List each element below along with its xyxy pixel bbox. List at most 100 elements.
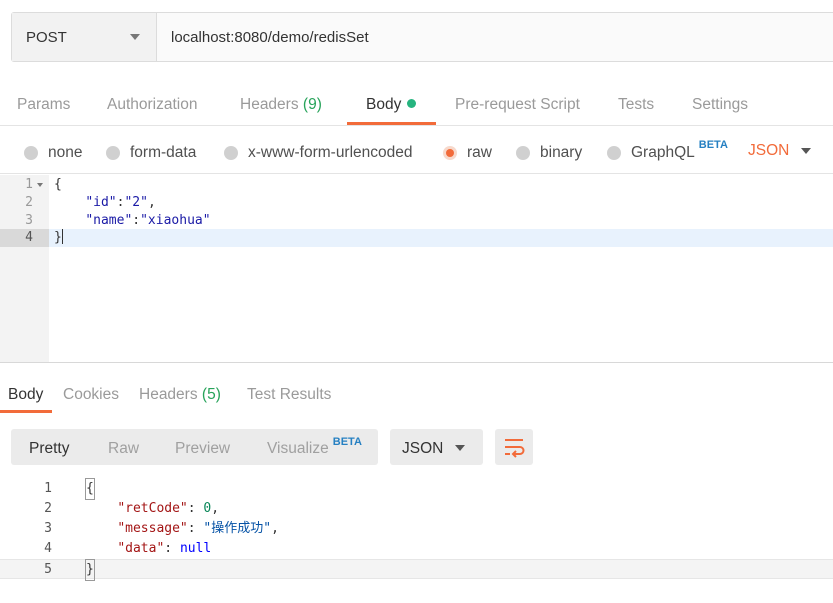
response-format-select[interactable]: JSON	[390, 429, 483, 465]
json-null: null	[179, 541, 212, 556]
radio-circle-icon	[224, 146, 238, 160]
radio-graphql[interactable]: GraphQL BETA	[607, 139, 728, 162]
response-tabs: Body Cookies Headers (5) Test Results	[0, 364, 833, 414]
tab-pre-request-script[interactable]: Pre-request Script	[455, 96, 580, 114]
view-mode-preview[interactable]: Preview	[175, 440, 230, 458]
radio-raw-label: raw	[467, 144, 492, 161]
json-number: 0	[203, 501, 212, 516]
radio-binary[interactable]: binary	[516, 144, 582, 162]
radio-circle-icon	[106, 146, 120, 160]
radio-form-data[interactable]: form-data	[106, 144, 196, 162]
text-cursor	[61, 229, 63, 244]
line-number: 4	[0, 229, 49, 247]
response-line: 3 "message": "操作成功",	[0, 519, 833, 539]
response-headers-count-badge: (5)	[201, 386, 221, 403]
code-text: }	[54, 229, 63, 247]
response-tab-headers[interactable]: Headers (5)	[139, 386, 221, 404]
editor-line: 2 "id":"2",	[0, 194, 833, 212]
json-key: "name"	[85, 213, 133, 228]
code-text: {	[85, 478, 95, 500]
chevron-down-icon	[130, 34, 140, 40]
radio-form-data-label: form-data	[130, 144, 197, 161]
code-text: }	[85, 559, 95, 581]
code-text: "id":"2",	[54, 194, 156, 212]
response-tab-cookies[interactable]: Cookies	[63, 386, 119, 404]
beta-badge: BETA	[332, 436, 362, 448]
code-text: "name":"xiaohua"	[54, 212, 211, 230]
response-line: 4 "data": null	[0, 539, 833, 559]
code-text: "data": null	[117, 541, 212, 556]
code-text: {	[54, 177, 62, 192]
active-tab-underline	[347, 122, 436, 125]
url-value: localhost:8080/demo/redisSet	[171, 28, 369, 46]
radio-circle-icon	[607, 146, 621, 160]
request-body-editor[interactable]: 1 { 2 "id":"2", 3 "name":"xiaohua" 4 }	[0, 175, 833, 363]
line-number: 2	[25, 195, 33, 210]
closing-brace: }	[85, 559, 95, 581]
line-number: 1	[44, 481, 52, 496]
radio-urlencoded-label: x-www-form-urlencoded	[248, 144, 413, 161]
active-response-tab-underline	[0, 410, 52, 413]
tab-body[interactable]: Body	[366, 96, 417, 114]
headers-count-badge: (9)	[302, 96, 322, 113]
response-line: 2 "retCode": 0,	[0, 499, 833, 519]
radio-raw[interactable]: raw	[443, 144, 492, 162]
tab-authorization[interactable]: Authorization	[107, 96, 197, 114]
radio-none[interactable]: none	[24, 144, 82, 162]
tab-settings[interactable]: Settings	[692, 96, 748, 114]
url-input[interactable]: localhost:8080/demo/redisSet	[157, 13, 833, 61]
view-mode-pretty[interactable]: Pretty	[29, 440, 69, 458]
code-text: "retCode": 0,	[117, 501, 220, 516]
response-line: 1 {	[0, 478, 833, 500]
radio-circle-icon	[516, 146, 530, 160]
json-value: "2"	[124, 195, 148, 210]
opening-brace: {	[85, 478, 95, 500]
body-indicator-dot-icon	[407, 99, 417, 108]
fold-arrow-icon[interactable]	[37, 183, 43, 187]
radio-binary-label: binary	[540, 144, 583, 161]
wrap-lines-icon	[505, 439, 525, 458]
tab-body-label: Body	[366, 96, 402, 113]
json-key: "data"	[117, 541, 165, 556]
line-number: 3	[44, 521, 52, 536]
tab-tests[interactable]: Tests	[618, 96, 654, 114]
chevron-down-icon[interactable]	[801, 148, 811, 154]
radio-circle-icon	[24, 146, 38, 160]
json-key: "message"	[117, 521, 188, 536]
response-tab-body[interactable]: Body	[8, 386, 43, 404]
body-type-selector: none form-data x-www-form-urlencoded raw…	[0, 128, 833, 174]
radio-selected-icon	[443, 146, 457, 160]
line-number: 1	[25, 177, 33, 192]
json-comma: ,	[147, 195, 156, 210]
view-mode-raw[interactable]: Raw	[108, 440, 139, 458]
wrap-lines-button[interactable]	[495, 429, 533, 465]
closing-brace: }	[54, 230, 62, 245]
response-format-label: JSON	[402, 440, 444, 457]
tab-headers-label: Headers	[240, 96, 299, 113]
method-label: POST	[26, 28, 67, 46]
response-tab-headers-label: Headers	[139, 386, 198, 403]
beta-badge: BETA	[698, 139, 728, 151]
line-number: 5	[44, 562, 52, 577]
json-key: "id"	[85, 195, 117, 210]
line-number: 4	[44, 541, 52, 556]
view-mode-segmented-control: Pretty Raw Preview Visualize BETA	[11, 429, 378, 465]
radio-urlencoded[interactable]: x-www-form-urlencoded	[224, 144, 413, 162]
format-select[interactable]: JSON	[748, 142, 789, 160]
response-tab-test-results[interactable]: Test Results	[247, 386, 331, 404]
json-string: "操作成功"	[203, 521, 272, 536]
editor-line: 3 "name":"xiaohua"	[0, 212, 833, 230]
editor-line-active: 4 }	[0, 229, 833, 247]
method-select[interactable]: POST	[12, 13, 157, 61]
chevron-down-icon	[455, 445, 465, 451]
tab-params[interactable]: Params	[17, 96, 70, 114]
view-mode-visualize[interactable]: Visualize BETA	[267, 436, 362, 458]
request-url-bar: POST localhost:8080/demo/redisSet	[11, 12, 833, 62]
tab-headers[interactable]: Headers (9)	[240, 96, 322, 114]
radio-none-label: none	[48, 144, 83, 161]
line-number: 2	[44, 501, 52, 516]
response-line-active: 5 }	[0, 559, 833, 581]
json-value: "xiaohua"	[140, 213, 211, 228]
json-key: "retCode"	[117, 501, 188, 516]
request-tabs: Params Authorization Headers (9) Body Pr…	[0, 78, 833, 126]
